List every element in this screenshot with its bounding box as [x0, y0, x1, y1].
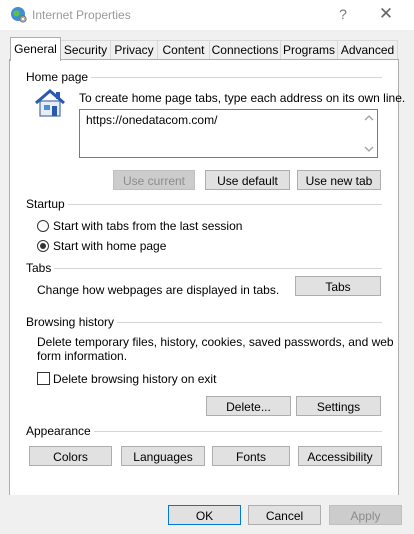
- globe-settings-icon: [11, 7, 27, 23]
- delete-on-exit-label[interactable]: Delete browsing history on exit: [53, 372, 216, 386]
- tabs-description: Change how webpages are displayed in tab…: [37, 283, 280, 297]
- house-icon: [35, 89, 65, 117]
- tabs-button[interactable]: Tabs: [295, 276, 381, 296]
- fonts-button[interactable]: Fonts: [212, 446, 290, 466]
- tab-programs[interactable]: Programs: [280, 40, 338, 60]
- tab-connections[interactable]: Connections: [209, 40, 281, 60]
- accessibility-button[interactable]: Accessibility: [298, 446, 382, 466]
- home-page-instruction: To create home page tabs, type each addr…: [79, 91, 406, 105]
- home-page-heading: Home page: [26, 70, 92, 84]
- browsing-history-description-2: form information.: [37, 349, 128, 363]
- tabs-divider: [26, 268, 382, 269]
- use-new-tab-button[interactable]: Use new tab: [297, 170, 381, 190]
- tab-advanced[interactable]: Advanced: [337, 40, 398, 60]
- home-page-url-value: https://onedatacom.com/: [86, 113, 218, 127]
- window-title: Internet Properties: [32, 8, 131, 22]
- tab-privacy[interactable]: Privacy: [110, 40, 158, 60]
- apply-button[interactable]: Apply: [329, 505, 402, 525]
- cancel-button[interactable]: Cancel: [248, 505, 321, 525]
- ok-button[interactable]: OK: [168, 505, 241, 525]
- url-scrollbar[interactable]: [361, 110, 377, 157]
- radio-home-page[interactable]: [37, 240, 49, 252]
- browsing-history-description-1: Delete temporary files, history, cookies…: [37, 335, 394, 349]
- tab-security[interactable]: Security: [60, 40, 111, 60]
- tabs-heading: Tabs: [26, 261, 55, 275]
- startup-heading: Startup: [26, 197, 68, 211]
- languages-button[interactable]: Languages: [121, 446, 205, 466]
- help-button[interactable]: ?: [334, 5, 352, 23]
- radio-last-session[interactable]: [37, 220, 49, 232]
- radio-selected-dot: [40, 243, 46, 249]
- tab-general[interactable]: General: [10, 37, 61, 61]
- use-default-button[interactable]: Use default: [205, 170, 290, 190]
- browsing-history-heading: Browsing history: [26, 315, 118, 329]
- appearance-heading: Appearance: [26, 424, 94, 438]
- close-button[interactable]: ✕: [376, 4, 396, 24]
- startup-divider: [26, 204, 382, 205]
- radio-last-session-label[interactable]: Start with tabs from the last session: [53, 219, 242, 233]
- tab-content[interactable]: Content: [157, 40, 210, 60]
- radio-home-page-label[interactable]: Start with home page: [53, 239, 166, 253]
- settings-button[interactable]: Settings: [296, 396, 381, 416]
- delete-on-exit-checkbox[interactable]: [37, 372, 50, 385]
- use-current-button[interactable]: Use current: [113, 170, 195, 190]
- delete-button[interactable]: Delete...: [206, 396, 291, 416]
- colors-button[interactable]: Colors: [29, 446, 112, 466]
